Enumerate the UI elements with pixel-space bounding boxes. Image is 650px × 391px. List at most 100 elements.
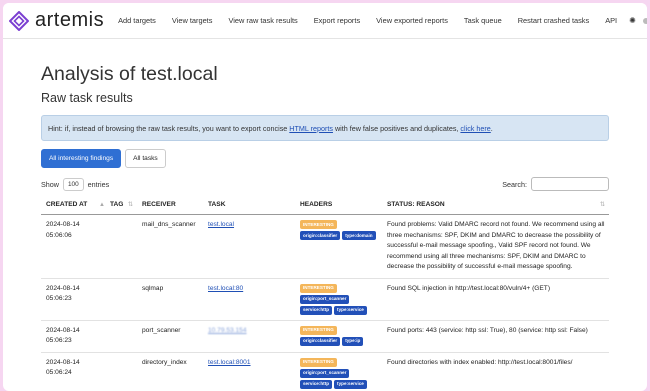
status-reason-cell-value: Found ports: 443 (service: http ssl: Tru…	[387, 326, 588, 334]
task-cell: test.local:80	[203, 278, 295, 321]
receiver-cell-value: port_scanner	[142, 326, 181, 334]
status-reason-cell-value: Found SQL injection in http://test.local…	[387, 284, 551, 292]
results-table: CREATED AT ▲ TAG ⇅ RECEIVER TASK HEADERS S…	[41, 197, 609, 391]
auto-theme-icon[interactable]	[642, 17, 647, 24]
artemis-logo-icon	[9, 10, 29, 31]
status-reason-cell: Found problems: Valid DMARC record not f…	[382, 214, 609, 279]
brand[interactable]: artemis	[9, 9, 104, 32]
show-label: Show	[41, 179, 59, 189]
app-frame: artemis Add targets View targets View ra…	[3, 3, 647, 391]
col-status-reason-label: STATUS: REASON	[387, 201, 445, 208]
col-tag-label: TAG	[110, 201, 124, 208]
table-header-row: CREATED AT ▲ TAG ⇅ RECEIVER TASK HEADERS S…	[41, 197, 609, 215]
nav-view-raw-task-results[interactable]: View raw task results	[228, 16, 297, 25]
headers-cell: INTERESTING origin:port_scanner service:ht…	[295, 352, 382, 391]
receiver-cell: port_scanner	[137, 320, 203, 353]
html-reports-link[interactable]: HTML reports	[289, 124, 333, 133]
col-task[interactable]: TASK	[203, 197, 295, 215]
nav-view-exported-reports[interactable]: View exported reports	[376, 16, 448, 25]
status-reason-cell: Found directories with index enabled: ht…	[382, 352, 609, 391]
col-headers-label: HEADERS	[300, 201, 333, 208]
header-badge: origin:classifier	[300, 336, 341, 346]
hint-middle: with few false positives and duplicates,	[332, 123, 461, 133]
table-row: 2024-08-14 05:06:23 sqlmap test.local:80 IN…	[41, 278, 609, 321]
tab-all-tasks[interactable]: All tasks	[125, 149, 166, 168]
search-control: Search:	[502, 177, 609, 191]
col-created-at-label: CREATED AT	[46, 201, 88, 208]
task-link[interactable]: test.local:80	[208, 285, 243, 292]
task-cell: test.local:8001	[203, 352, 295, 391]
hint-prefix: Hint: if, instead of browsing the raw ta…	[48, 123, 290, 133]
status-reason-cell: Found SQL injection in http://test.local…	[382, 278, 609, 321]
headers-cell: INTERESTING origin:classifier type:domain	[295, 214, 382, 279]
task-link[interactable]: test.local:8001	[208, 359, 251, 366]
entries-control: Show 100 entries	[41, 177, 110, 191]
table-controls: Show 100 entries Search:	[41, 177, 609, 191]
sort-icon[interactable]: ⇅	[600, 201, 605, 208]
created-at-cell-value: 2024-08-14 05:06:24	[46, 358, 80, 377]
col-receiver[interactable]: RECEIVER	[137, 197, 203, 215]
header-badge: type:service	[334, 305, 367, 315]
nav-menu: Add targets View targets View raw task r…	[118, 16, 627, 25]
sort-icon[interactable]: ⇅	[128, 201, 133, 208]
tag-cell	[105, 214, 137, 279]
header-badges: INTERESTING origin:classifier type:ip	[300, 325, 378, 346]
status-reason-cell-value: Found directories with index enabled: ht…	[387, 358, 573, 366]
created-at-cell: 2024-08-14 05:06:06	[41, 214, 105, 279]
nav-view-targets[interactable]: View targets	[172, 16, 213, 25]
interesting-badge: INTERESTING	[300, 357, 337, 367]
receiver-cell-value: sqlmap	[142, 284, 164, 292]
headers-cell: INTERESTING origin:classifier type:ip	[295, 320, 382, 353]
status-reason-cell: Found ports: 443 (service: http ssl: Tru…	[382, 320, 609, 353]
header-badge: service:http	[300, 379, 333, 389]
header-badge: origin:classifier	[300, 231, 341, 240]
tag-cell	[105, 352, 137, 391]
result-tabs: All interesting findings All tasks	[41, 149, 609, 168]
click-here-link[interactable]: click here	[460, 124, 490, 133]
sun-icon[interactable]: ✺	[629, 16, 636, 25]
col-created-at[interactable]: CREATED AT ▲	[41, 197, 105, 215]
main-content: Analysis of test.local Raw task results …	[3, 63, 647, 391]
entries-label: entries	[87, 179, 110, 189]
task-cell: test.local	[203, 214, 295, 279]
entries-select[interactable]: 100	[62, 177, 84, 191]
page-title: Analysis of test.local	[41, 63, 218, 85]
top-nav: artemis Add targets View targets View ra…	[3, 3, 647, 39]
task-link[interactable]: 10.79.53.154	[208, 327, 247, 334]
task-cell: 10.79.53.154	[203, 320, 295, 353]
receiver-cell: sqlmap	[137, 278, 203, 321]
nav-add-targets[interactable]: Add targets	[118, 16, 156, 25]
hint-suffix: .	[490, 123, 493, 133]
interesting-badge: INTERESTING	[300, 325, 337, 335]
col-task-label: TASK	[208, 201, 226, 208]
header-badge: type:ip	[342, 336, 364, 346]
col-status-reason[interactable]: STATUS: REASON ⇅	[382, 197, 609, 215]
tag-cell	[105, 320, 137, 353]
nav-task-queue[interactable]: Task queue	[464, 16, 502, 25]
status-reason-cell-value: Found problems: Valid DMARC record not f…	[387, 221, 605, 270]
theme-switcher: ✺ ☾	[629, 16, 647, 25]
header-badge: origin:port_scanner	[300, 368, 350, 378]
table-row: 2024-08-14 05:06:24 directory_index test.l…	[41, 352, 609, 391]
nav-export-reports[interactable]: Export reports	[314, 16, 360, 25]
nav-restart-crashed-tasks[interactable]: Restart crashed tasks	[518, 16, 589, 25]
header-badges: INTERESTING origin:port_scanner service:ht…	[300, 357, 378, 389]
brand-name: artemis	[35, 9, 105, 31]
tab-all-interesting-findings[interactable]: All interesting findings	[41, 149, 122, 168]
created-at-cell-value: 2024-08-14 05:06:23	[46, 284, 80, 303]
page-subtitle: Raw task results	[41, 91, 133, 105]
header-badge: service:http	[300, 305, 333, 315]
created-at-cell-value: 2024-08-14 05:06:23	[46, 326, 80, 345]
col-headers[interactable]: HEADERS	[295, 197, 382, 215]
task-link[interactable]: test.local	[208, 221, 234, 228]
receiver-cell: mail_dns_scanner	[137, 214, 203, 279]
tag-cell	[105, 278, 137, 321]
receiver-cell: directory_index	[137, 352, 203, 391]
col-tag[interactable]: TAG ⇅	[105, 197, 137, 215]
receiver-cell-value: directory_index	[142, 358, 187, 366]
nav-api[interactable]: API	[605, 16, 617, 25]
search-input[interactable]	[531, 177, 609, 191]
header-badges: INTERESTING origin:classifier type:domain	[300, 220, 378, 240]
header-badge: origin:port_scanner	[300, 294, 350, 304]
header-badge: type:service	[334, 379, 367, 389]
